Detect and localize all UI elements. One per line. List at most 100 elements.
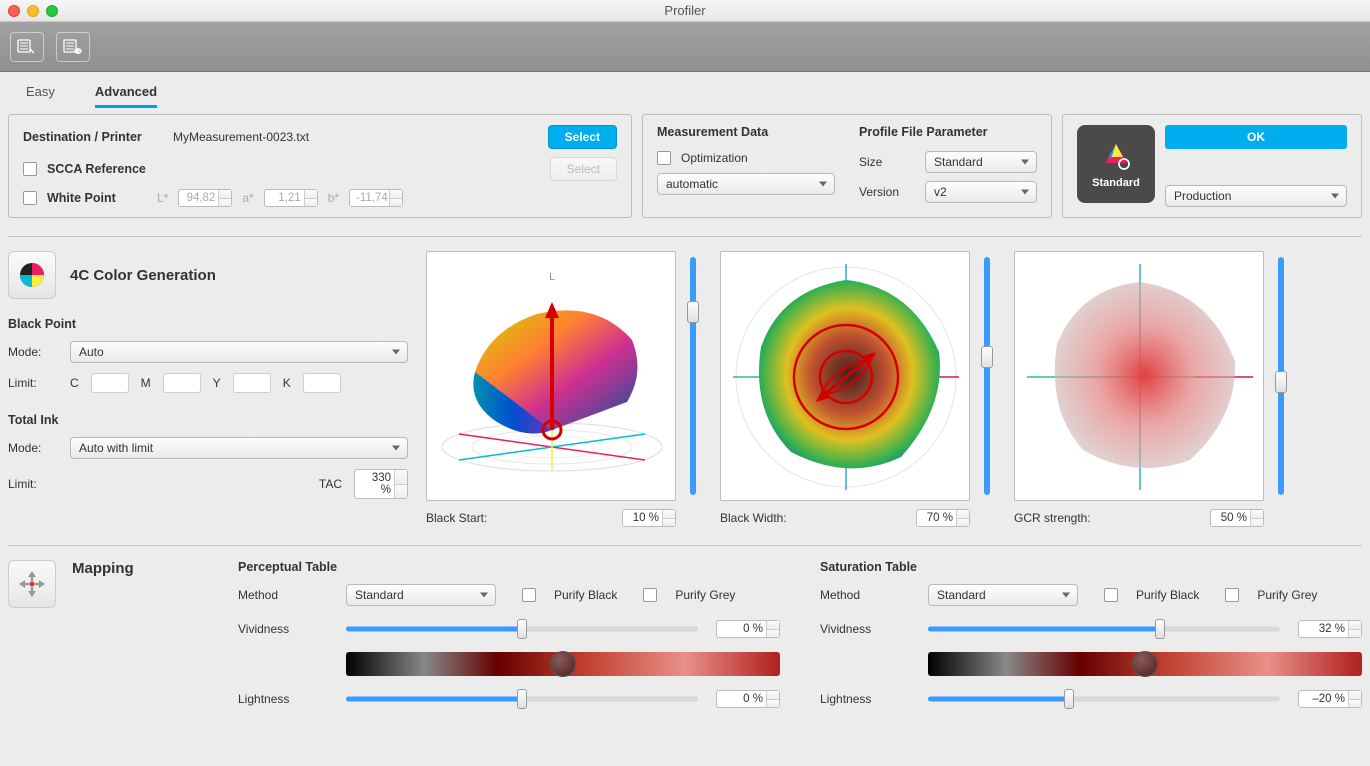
version-select[interactable]: v2 <box>925 181 1037 203</box>
window-title: Profiler <box>0 3 1370 18</box>
tac-label: TAC <box>319 477 342 491</box>
gcr-slider[interactable] <box>1272 251 1290 501</box>
m-label: M <box>141 376 151 390</box>
s-purify-black-label: Purify Black <box>1136 588 1199 602</box>
y-label: Y <box>213 376 221 390</box>
p-hue-gradient[interactable] <box>346 652 780 676</box>
size-select[interactable]: Standard <box>925 151 1037 173</box>
measurement-heading: Measurement Data <box>657 125 835 139</box>
black-point-heading: Black Point <box>8 317 408 331</box>
p-lightness-input[interactable]: 0 % <box>716 690 780 708</box>
black-start-slider[interactable] <box>684 251 702 501</box>
total-ink-heading: Total Ink <box>8 413 408 427</box>
k-input[interactable] <box>303 373 341 393</box>
profile-panel: Standard OK Production <box>1062 114 1362 218</box>
total-mode-label: Mode: <box>8 441 58 455</box>
k-label: K <box>283 376 291 390</box>
toolbar-preview-icon[interactable] <box>56 32 90 62</box>
scca-checkbox[interactable] <box>23 162 37 176</box>
tab-easy[interactable]: Easy <box>26 84 55 108</box>
c-input[interactable] <box>91 373 129 393</box>
tab-advanced[interactable]: Advanced <box>95 84 157 108</box>
destination-select-button[interactable]: Select <box>548 125 617 149</box>
L-input[interactable]: 94,82 <box>178 189 232 207</box>
s-purify-black-checkbox[interactable] <box>1104 588 1118 602</box>
b-input[interactable]: -11,74 <box>349 189 403 207</box>
p-vividness-label: Vividness <box>238 622 328 636</box>
optimization-checkbox[interactable] <box>657 151 671 165</box>
p-lightness-slider[interactable] <box>346 690 698 708</box>
p-vividness-input[interactable]: 0 % <box>716 620 780 638</box>
p-method-label: Method <box>238 588 328 602</box>
b-label: b* <box>328 191 339 205</box>
black-width-label: Black Width: <box>720 511 787 525</box>
destination-heading: Destination / Printer <box>23 130 163 144</box>
black-mode-label: Mode: <box>8 345 58 359</box>
svg-text:L: L <box>549 272 555 283</box>
m-input[interactable] <box>163 373 201 393</box>
p-purify-grey-checkbox[interactable] <box>643 588 657 602</box>
y-input[interactable] <box>233 373 271 393</box>
mapping-title: Mapping <box>72 560 134 577</box>
black-width-input[interactable]: 70 % <box>916 509 970 527</box>
4c-color-generation-section: 4C Color Generation Black Point Mode: Au… <box>8 251 1362 527</box>
total-limit-label: Limit: <box>8 477 58 491</box>
s-vividness-label: Vividness <box>820 622 910 636</box>
s-lightness-input[interactable]: –20 % <box>1298 690 1362 708</box>
ok-button[interactable]: OK <box>1165 125 1347 149</box>
tac-input[interactable]: 330 % <box>354 469 408 499</box>
black-mode-select[interactable]: Auto <box>70 341 408 363</box>
black-width-slider[interactable] <box>978 251 996 501</box>
s-vividness-input[interactable]: 32 % <box>1298 620 1362 638</box>
optimization-label: Optimization <box>681 151 748 165</box>
p-purify-grey-label: Purify Grey <box>675 588 735 602</box>
mode-tabs: Easy Advanced <box>8 72 1362 108</box>
4c-title: 4C Color Generation <box>70 267 216 284</box>
white-point-checkbox[interactable] <box>23 191 37 205</box>
mapping-section: Mapping Perceptual Table Method Standard… <box>8 560 1362 708</box>
measurement-panel: Measurement Data Optimization automatic … <box>642 114 1052 218</box>
black-start-label: Black Start: <box>426 511 487 525</box>
titlebar: Profiler <box>0 0 1370 22</box>
perceptual-heading: Perceptual Table <box>238 560 780 574</box>
s-hue-gradient[interactable] <box>928 652 1362 676</box>
p-lightness-label: Lightness <box>238 692 328 706</box>
p-purify-black-label: Purify Black <box>554 588 617 602</box>
destination-file: MyMeasurement-0023.txt <box>173 130 538 144</box>
p-vividness-slider[interactable] <box>346 620 698 638</box>
scca-select-button[interactable]: Select <box>550 157 617 181</box>
s-method-label: Method <box>820 588 910 602</box>
perceptual-table: Perceptual Table Method Standard Purify … <box>238 560 780 708</box>
destination-panel: Destination / Printer MyMeasurement-0023… <box>8 114 632 218</box>
toolbar-edit-icon[interactable] <box>10 32 44 62</box>
total-mode-select[interactable]: Auto with limit <box>70 437 408 459</box>
a-label: a* <box>242 191 253 205</box>
p-method-select[interactable]: Standard <box>346 584 496 606</box>
s-purify-grey-label: Purify Grey <box>1257 588 1317 602</box>
profile-mode-select[interactable]: Production <box>1165 185 1347 207</box>
black-limit-label: Limit: <box>8 376 58 390</box>
black-width-preview <box>720 251 970 501</box>
profile-type-icon[interactable]: Standard <box>1077 125 1155 203</box>
black-start-input[interactable]: 10 % <box>622 509 676 527</box>
L-label: L* <box>157 191 168 205</box>
toolbar <box>0 22 1370 72</box>
gcr-input[interactable]: 50 % <box>1210 509 1264 527</box>
black-start-preview: L <box>426 251 676 501</box>
s-method-select[interactable]: Standard <box>928 584 1078 606</box>
scca-label: SCCA Reference <box>47 162 540 176</box>
gcr-preview <box>1014 251 1264 501</box>
4c-icon <box>8 251 56 299</box>
a-input[interactable]: 1,21 <box>264 189 318 207</box>
s-vividness-slider[interactable] <box>928 620 1280 638</box>
s-purify-grey-checkbox[interactable] <box>1225 588 1239 602</box>
white-point-label: White Point <box>47 191 147 205</box>
optimization-select[interactable]: automatic <box>657 173 835 195</box>
profile-icon-label: Standard <box>1092 177 1140 189</box>
s-lightness-slider[interactable] <box>928 690 1280 708</box>
p-purify-black-checkbox[interactable] <box>522 588 536 602</box>
saturation-heading: Saturation Table <box>820 560 1362 574</box>
mapping-icon <box>8 560 56 608</box>
saturation-table: Saturation Table Method Standard Purify … <box>820 560 1362 708</box>
version-label: Version <box>859 185 915 199</box>
